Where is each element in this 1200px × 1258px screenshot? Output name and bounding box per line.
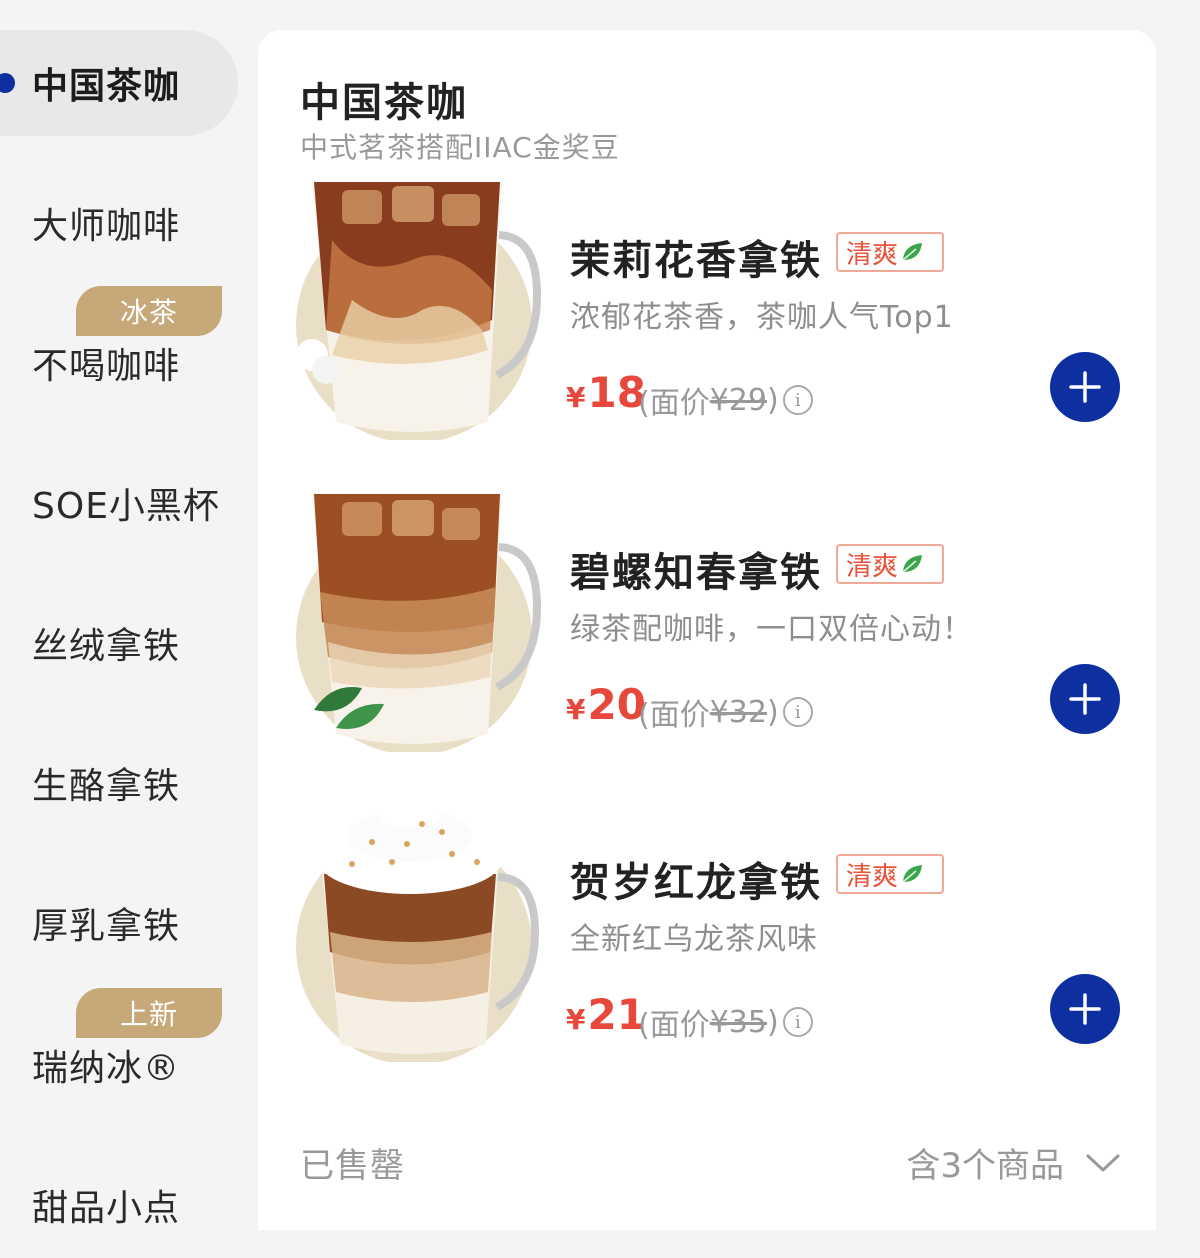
chevron-down-icon xyxy=(1086,1154,1120,1171)
original-price-value: ¥32 xyxy=(709,694,767,730)
category-title: 中国茶咖 xyxy=(300,80,468,126)
product-tag-label: 清爽 xyxy=(846,239,899,270)
product-list-panel: 中国茶咖 中式茗茶搭配IIAC金奖豆 茉莉花香拿铁 清爽 浓郁花茶香，茶咖人气T… xyxy=(258,30,1156,1230)
product-tag-label: 清爽 xyxy=(846,551,899,582)
sidebar-item-label: 不喝咖啡 xyxy=(32,346,181,387)
biluochun-latte-image xyxy=(296,494,542,752)
product-card[interactable]: 茉莉花香拿铁 清爽 浓郁花茶香，茶咖人气Top1 ¥18 (面价 ¥29) i xyxy=(258,180,1156,450)
sidebar-item-label: 丝绒拿铁 xyxy=(32,626,181,667)
product-name: 碧螺知春拿铁 xyxy=(570,550,822,596)
original-price-suffix: ) xyxy=(766,1004,779,1040)
sidebar-item-no-coffee[interactable]: 不喝咖啡 xyxy=(0,310,238,416)
sidebar-item-label: 中国茶咖 xyxy=(32,66,181,107)
product-card[interactable]: 碧螺知春拿铁 清爽 绿茶配咖啡，一口双倍心动！ ¥20 (面价 ¥32) i xyxy=(258,492,1156,762)
sidebar-item-label: 甜品小点 xyxy=(32,1188,181,1229)
product-description: 全新红乌龙茶风味 xyxy=(570,922,818,957)
product-description: 绿茶配咖啡，一口双倍心动！ xyxy=(570,612,973,647)
leaf-icon xyxy=(902,555,923,573)
original-price-value: ¥29 xyxy=(709,382,767,418)
original-price-suffix: ) xyxy=(766,382,779,418)
sidebar-item-desserts[interactable]: 甜品小点 xyxy=(0,1152,238,1258)
sidebar-item-label: SOE小黑杯 xyxy=(32,486,220,527)
original-price-value: ¥35 xyxy=(709,1004,767,1040)
plus-icon xyxy=(1069,993,1101,1025)
price-currency: ¥ xyxy=(566,381,586,414)
sidebar-item-luckin-ice[interactable]: 瑞纳冰® xyxy=(0,1012,238,1118)
product-card[interactable]: 贺岁红龙拿铁 清爽 全新红乌龙茶风味 ¥21 (面价 ¥35) i xyxy=(258,802,1156,1072)
sold-out-count: 含3个商品 xyxy=(906,1146,1064,1186)
price-currency: ¥ xyxy=(566,693,586,726)
product-tag-label: 清爽 xyxy=(846,861,899,892)
sidebar-item-chinese-tea-coffee[interactable]: 中国茶咖 xyxy=(0,30,238,136)
original-price-prefix: (面价 xyxy=(638,1008,710,1043)
original-price: (面价 ¥32) i xyxy=(638,690,813,734)
active-indicator-dot xyxy=(0,73,15,93)
add-to-cart-button[interactable] xyxy=(1050,974,1120,1044)
product-price: ¥20 xyxy=(566,680,646,729)
sidebar-item-master-coffee[interactable]: 大师咖啡 xyxy=(0,170,238,276)
sidebar-item-label: 厚乳拿铁 xyxy=(32,906,181,947)
product-tag: 清爽 xyxy=(836,232,944,272)
sold-out-label: 已售罄 xyxy=(300,1146,405,1186)
original-price-suffix: ) xyxy=(766,694,779,730)
plus-icon xyxy=(1069,371,1101,403)
sidebar-item-velvet-latte[interactable]: 丝绒拿铁 xyxy=(0,590,238,696)
product-description: 浓郁花茶香，茶咖人气Top1 xyxy=(570,300,954,335)
product-name: 贺岁红龙拿铁 xyxy=(570,860,822,906)
product-price: ¥18 xyxy=(566,368,646,417)
sidebar-item-label: 生酪拿铁 xyxy=(32,766,181,807)
sold-out-expand-toggle[interactable]: 含3个商品 xyxy=(906,1138,1120,1187)
original-price: (面价 ¥29) i xyxy=(638,378,813,422)
info-icon[interactable]: i xyxy=(782,1007,813,1037)
category-subtitle: 中式茗茶搭配IIAC金奖豆 xyxy=(300,131,620,164)
original-price-prefix: (面价 xyxy=(638,386,710,421)
sidebar-item-label: 瑞纳冰® xyxy=(32,1048,181,1089)
add-to-cart-button[interactable] xyxy=(1050,664,1120,734)
product-name: 茉莉花香拿铁 xyxy=(570,238,822,284)
leaf-icon xyxy=(902,243,923,261)
info-icon[interactable]: i xyxy=(782,697,813,727)
add-to-cart-button[interactable] xyxy=(1050,352,1120,422)
product-price: ¥21 xyxy=(566,990,646,1039)
sidebar-item-thick-milk-latte[interactable]: 厚乳拿铁 xyxy=(0,870,238,976)
red-oolong-latte-image xyxy=(296,802,540,1062)
price-currency: ¥ xyxy=(566,1003,586,1036)
sidebar-item-label: 大师咖啡 xyxy=(32,206,181,247)
product-tag: 清爽 xyxy=(836,544,944,584)
info-icon[interactable]: i xyxy=(782,385,813,415)
category-sidebar: 中国茶咖 大师咖啡 冰茶 不喝咖啡 SOE小黑杯 丝绒拿铁 生酪拿铁 厚乳拿铁 … xyxy=(0,0,256,1229)
original-price-prefix: (面价 xyxy=(638,698,710,733)
original-price: (面价 ¥35) i xyxy=(638,1000,813,1044)
jasmine-latte-image xyxy=(296,182,542,440)
plus-icon xyxy=(1069,683,1101,715)
product-tag: 清爽 xyxy=(836,854,944,894)
leaf-icon xyxy=(902,865,923,883)
sidebar-item-soe-black-cup[interactable]: SOE小黑杯 xyxy=(0,450,238,556)
sidebar-item-cheese-latte[interactable]: 生酪拿铁 xyxy=(0,730,238,836)
